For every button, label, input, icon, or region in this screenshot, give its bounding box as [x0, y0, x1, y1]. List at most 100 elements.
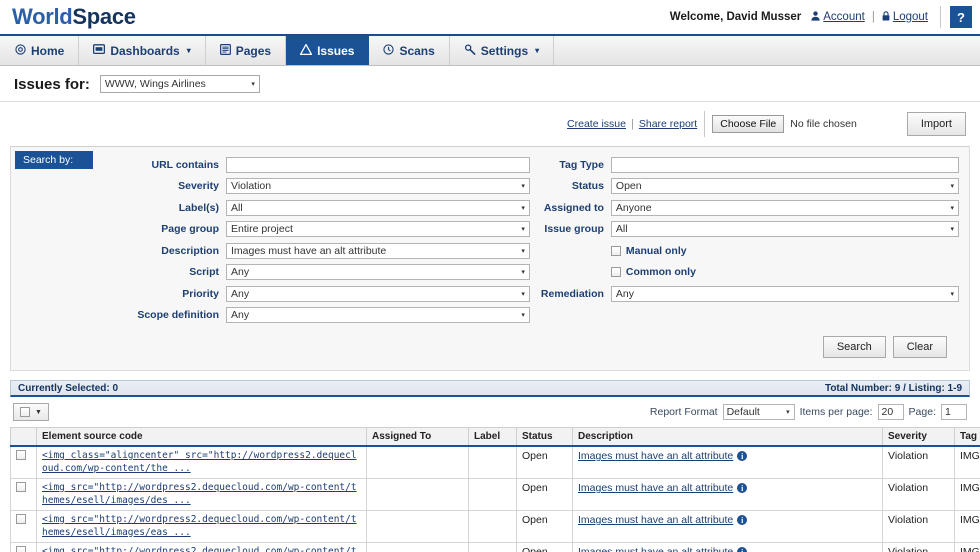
field-label: Page group [161, 223, 219, 236]
severity-cell: Violation [882, 478, 955, 511]
description-cell: Images must have an alt attribute i [572, 445, 883, 479]
row-select-checkbox[interactable] [16, 450, 26, 460]
row-select-checkbox[interactable] [16, 514, 26, 524]
element-source-code-link[interactable]: <img src="http://wordpress2.dequecloud.c… [42, 482, 361, 507]
create-issue-link[interactable]: Create issue [567, 118, 626, 130]
pages-icon [219, 43, 231, 58]
nav-item-home-label: Home [31, 43, 65, 58]
project-select[interactable]: WWW, Wings Airlines ▾ [99, 75, 260, 93]
description-link[interactable]: Images must have an alt attribute [578, 546, 733, 552]
status-cell: Open [516, 542, 573, 552]
field-label: Issue group [544, 223, 604, 236]
column-header-element-source-code[interactable]: Element source code [36, 427, 367, 447]
issue-group-select[interactable]: All ▾ [610, 221, 959, 238]
column-header-status[interactable]: Status [516, 427, 573, 447]
chevron-down-icon: ▾ [950, 204, 954, 212]
field-tag-type: Tag Type [534, 155, 969, 175]
globe-icon [15, 43, 26, 58]
info-icon[interactable]: i [737, 547, 748, 552]
column-header-select[interactable] [10, 427, 37, 447]
common-only-checkbox[interactable] [610, 267, 621, 278]
status-cell: Open [516, 478, 573, 511]
info-icon[interactable]: i [737, 515, 748, 526]
info-icon[interactable]: i [737, 483, 748, 494]
priority-select[interactable]: Any ▾ [226, 285, 530, 302]
share-report-link[interactable]: Share report [639, 118, 697, 130]
remediation-select[interactable]: Any ▾ [610, 285, 959, 302]
logo-space: Space [72, 4, 136, 29]
header-right-tools: Welcome, David Musser Account | Logout ? [670, 6, 972, 28]
severity-cell: Violation [882, 445, 955, 479]
assigned-to-cell [366, 478, 469, 511]
manual-only-checkbox[interactable] [610, 245, 621, 256]
label-cell [468, 478, 517, 511]
column-header-tag-type[interactable]: Tag Type [954, 427, 980, 447]
tag-type-cell: IMG [954, 542, 980, 552]
total-number-listing: Total Number: 9 / Listing: 1-9 [824, 382, 962, 394]
labels-select[interactable]: All ▾ [226, 199, 530, 216]
nav-item-scans[interactable]: Scans [369, 36, 450, 65]
description-select[interactable]: Images must have an alt attribute ▾ [226, 242, 530, 259]
app-header: WorldSpace Welcome, David Musser Account… [0, 0, 980, 36]
element-source-code-link[interactable]: <img class="aligncenter" src="http://wor… [42, 450, 361, 475]
report-format-select[interactable]: Default ▾ [722, 404, 795, 420]
person-icon [811, 10, 820, 24]
paging-tools: Report Format Default ▾ Items per page: 2… [650, 404, 967, 420]
info-icon[interactable]: i [737, 451, 748, 462]
nav-item-pages[interactable]: Pages [206, 36, 287, 65]
chevron-down-icon: ▾ [521, 290, 525, 298]
wrench-icon [464, 43, 476, 58]
row-select-checkbox[interactable] [16, 546, 26, 552]
search-button[interactable]: Search [822, 336, 886, 358]
page-group-select[interactable]: Entire project ▾ [226, 221, 530, 238]
column-header-assigned-to[interactable]: Assigned To [366, 427, 469, 447]
account-link[interactable]: Account [811, 10, 865, 24]
element-source-code-link[interactable]: <img src="http://wordpress2.dequecloud.c… [42, 546, 361, 552]
description-cell: Images must have an alt attribute i [572, 478, 883, 511]
assigned-to-select[interactable]: Anyone ▾ [610, 199, 959, 216]
nav-item-issues-label: Issues [317, 43, 355, 58]
page-number-input[interactable]: 1 [941, 404, 967, 420]
items-per-page-input[interactable]: 20 [877, 404, 904, 420]
help-button[interactable]: ? [950, 6, 972, 28]
status-select[interactable]: Open ▾ [610, 178, 959, 195]
field-label: Script [189, 266, 219, 279]
column-header-label[interactable]: Label [468, 427, 517, 447]
row-select-checkbox[interactable] [16, 482, 26, 492]
field-label: Assigned to [543, 201, 604, 214]
element-source-code-link[interactable]: <img src="http://wordpress2.dequecloud.c… [42, 514, 361, 539]
chevron-down-icon: ▾ [521, 226, 525, 234]
common-only-label: Common only [625, 266, 696, 279]
assigned-to-cell [366, 510, 469, 543]
bulk-select-dropdown[interactable]: ▼ [13, 403, 49, 421]
nav-item-scans-label: Scans [399, 43, 435, 58]
column-header-severity[interactable]: Severity [882, 427, 955, 447]
severity-select[interactable]: Violation ▾ [226, 178, 530, 195]
script-select[interactable]: Any ▾ [226, 264, 530, 281]
bulk-select-checkbox[interactable] [20, 407, 30, 417]
tag-type-cell: IMG [954, 510, 980, 543]
row-select-cell [10, 542, 37, 552]
tag-type-input[interactable] [610, 156, 959, 173]
search-form: URL contains Severity Violation ▾ Label(s… [11, 155, 969, 327]
nav-item-settings[interactable]: Settings ▾ [450, 36, 555, 65]
description-link[interactable]: Images must have an alt attribute [578, 450, 733, 462]
page-title: Issues for: [14, 75, 90, 93]
choose-file-button[interactable]: Choose File [712, 115, 785, 133]
description-link[interactable]: Images must have an alt attribute [578, 482, 733, 494]
issues-table: Element source code Assigned To Label St… [10, 427, 980, 552]
clear-button[interactable]: Clear [892, 336, 947, 358]
chevron-down-icon: ▾ [535, 46, 540, 55]
scope-definition-select[interactable]: Any ▾ [226, 307, 530, 324]
nav-item-dashboards[interactable]: Dashboards ▾ [79, 36, 206, 65]
column-header-description[interactable]: Description [572, 427, 883, 447]
main-navigation: Home Dashboards ▾ Pages Issues Scans Set… [0, 36, 980, 66]
chevron-down-icon: ▾ [251, 81, 255, 88]
logout-link[interactable]: Logout [882, 10, 928, 24]
import-button[interactable]: Import [906, 112, 966, 136]
nav-item-home[interactable]: Home [0, 36, 80, 65]
nav-item-issues[interactable]: Issues [286, 36, 370, 65]
url-contains-input[interactable] [226, 156, 530, 173]
description-link[interactable]: Images must have an alt attribute [578, 514, 733, 526]
field-value: Open [615, 180, 642, 193]
